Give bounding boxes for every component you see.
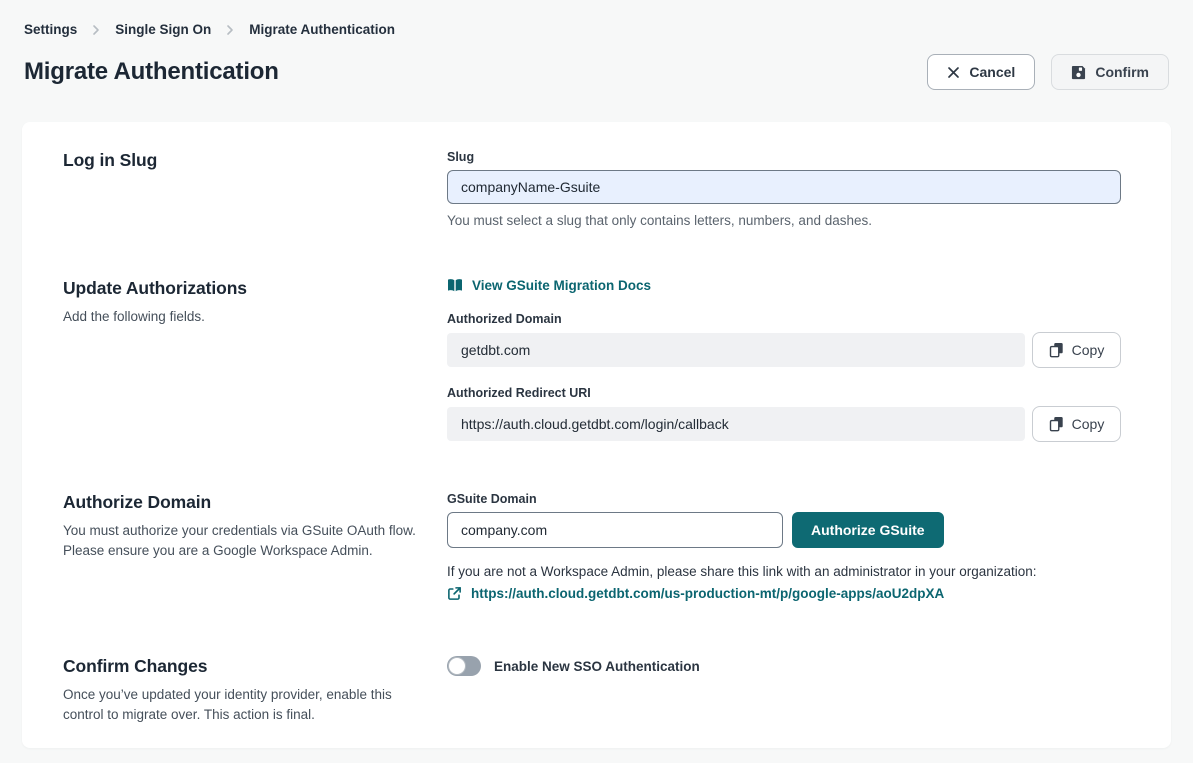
breadcrumb-single-sign-on[interactable]: Single Sign On [115,22,211,37]
confirm-button[interactable]: Confirm [1051,54,1169,90]
section-login-slug: Log in Slug Slug You must select a slug … [63,150,1121,228]
authorized-domain-label: Authorized Domain [447,312,1121,326]
copy-icon [1049,416,1064,432]
authorize-domain-heading: Authorize Domain [63,492,423,513]
section-confirm-changes: Confirm Changes Once you’ve updated your… [63,656,1121,725]
copy-button-label: Copy [1072,416,1105,432]
settings-card: Log in Slug Slug You must select a slug … [22,122,1171,748]
copy-icon [1049,342,1064,358]
confirm-changes-description: Once you’ve updated your identity provid… [63,685,423,725]
toggle-knob [448,657,466,675]
copy-redirect-uri-button[interactable]: Copy [1032,406,1121,442]
slug-input[interactable] [447,170,1121,204]
header-actions: Cancel Confirm [927,54,1169,90]
confirm-button-label: Confirm [1095,64,1149,80]
admin-share-link-text: https://auth.cloud.getdbt.com/us-product… [471,586,944,601]
authorized-redirect-uri-label: Authorized Redirect URI [447,386,1121,400]
save-icon [1071,65,1086,80]
copy-button-label: Copy [1072,342,1105,358]
update-authorizations-description: Add the following fields. [63,307,423,327]
cancel-button-label: Cancel [969,64,1015,80]
view-gsuite-migration-docs-link[interactable]: View GSuite Migration Docs [447,278,651,293]
section-authorize-domain: Authorize Domain You must authorize your… [63,492,1121,606]
x-icon [947,66,960,79]
docs-link-label: View GSuite Migration Docs [472,278,651,293]
chevron-right-icon [91,24,101,36]
breadcrumb: Settings Single Sign On Migrate Authenti… [24,22,1169,37]
gsuite-domain-label: GSuite Domain [447,492,1121,506]
breadcrumb-migrate-authentication: Migrate Authentication [249,22,395,37]
page-title: Migrate Authentication [24,58,279,86]
page-header: Settings Single Sign On Migrate Authenti… [0,0,1193,90]
book-icon [447,278,463,293]
login-slug-heading: Log in Slug [63,150,423,171]
enable-sso-toggle[interactable] [447,656,481,676]
update-authorizations-heading: Update Authorizations [63,278,423,299]
admin-share-link[interactable]: https://auth.cloud.getdbt.com/us-product… [447,586,944,601]
copy-authorized-domain-button[interactable]: Copy [1032,332,1121,368]
gsuite-domain-input[interactable] [447,512,783,548]
authorize-gsuite-button[interactable]: Authorize GSuite [792,512,944,548]
slug-label: Slug [447,150,1121,164]
workspace-admin-note: If you are not a Workspace Admin, please… [447,564,1121,579]
breadcrumb-settings[interactable]: Settings [24,22,77,37]
confirm-changes-heading: Confirm Changes [63,656,423,677]
cancel-button[interactable]: Cancel [927,54,1035,90]
external-link-icon [447,586,462,601]
section-update-authorizations: Update Authorizations Add the following … [63,278,1121,442]
authorized-redirect-uri-value: https://auth.cloud.getdbt.com/login/call… [447,407,1025,441]
enable-sso-toggle-label: Enable New SSO Authentication [494,659,700,674]
slug-help-text: You must select a slug that only contain… [447,213,1121,228]
authorize-domain-description: You must authorize your credentials via … [63,521,423,561]
authorized-domain-value: getdbt.com [447,333,1025,367]
chevron-right-icon [225,24,235,36]
